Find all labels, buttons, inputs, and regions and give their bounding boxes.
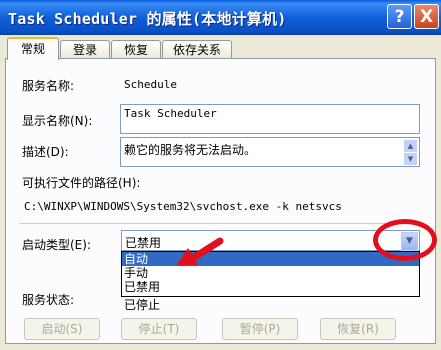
separator (19, 223, 424, 224)
window-title: Task Scheduler 的属性(本地计算机) (8, 10, 287, 28)
display-name-label: 显示名称(N): (22, 114, 93, 128)
description-value: 赖它的服务将无法启动。 (124, 143, 257, 157)
description-label: 描述(D): (22, 145, 69, 159)
tab-logon[interactable]: 登录 (60, 40, 110, 59)
service-status-label: 服务状态: (22, 293, 75, 307)
option-automatic[interactable]: 自动 (122, 252, 419, 266)
exe-path-value: C:\WINXP\WINDOWS\System32\svchost.exe -k… (24, 200, 342, 213)
close-button[interactable]: X (414, 4, 439, 29)
display-name-field[interactable]: Task Scheduler (120, 104, 420, 134)
exe-path-label: 可执行文件的路径(H): (22, 176, 141, 190)
tab-recovery[interactable]: 恢复 (111, 40, 161, 59)
service-name-label: 服务名称: (22, 79, 75, 93)
description-field[interactable]: 赖它的服务将无法启动。 ▲ ▼ (120, 137, 420, 167)
service-name-value: Schedule (124, 78, 177, 91)
annotation-arrow-icon (176, 237, 224, 266)
resume-button[interactable]: 恢复(R) (320, 318, 396, 340)
option-manual[interactable]: 手动 (122, 266, 419, 280)
start-button[interactable]: 启动(S) (24, 318, 100, 340)
startup-type-label: 启动类型(E): (22, 238, 91, 252)
scroll-up-icon[interactable]: ▲ (403, 139, 418, 153)
scroll-down-icon[interactable]: ▼ (403, 152, 418, 166)
stop-button[interactable]: 停止(T) (121, 318, 197, 340)
display-name-value: Task Scheduler (124, 107, 217, 120)
startup-type-value: 已禁用 (125, 236, 162, 250)
pause-button[interactable]: 暂停(P) (222, 318, 298, 340)
help-button[interactable]: ? (387, 4, 412, 29)
tab-dependencies[interactable]: 依存关系 (162, 40, 232, 59)
annotation-circle (373, 219, 437, 261)
tab-general[interactable]: 常规 (7, 37, 59, 60)
title-bar: Task Scheduler 的属性(本地计算机) ? X (0, 0, 441, 35)
service-status-value: 已停止 (124, 298, 161, 312)
option-disabled[interactable]: 已禁用 (122, 280, 419, 294)
startup-type-dropdown[interactable]: 自动 手动 已禁用 (121, 251, 420, 297)
